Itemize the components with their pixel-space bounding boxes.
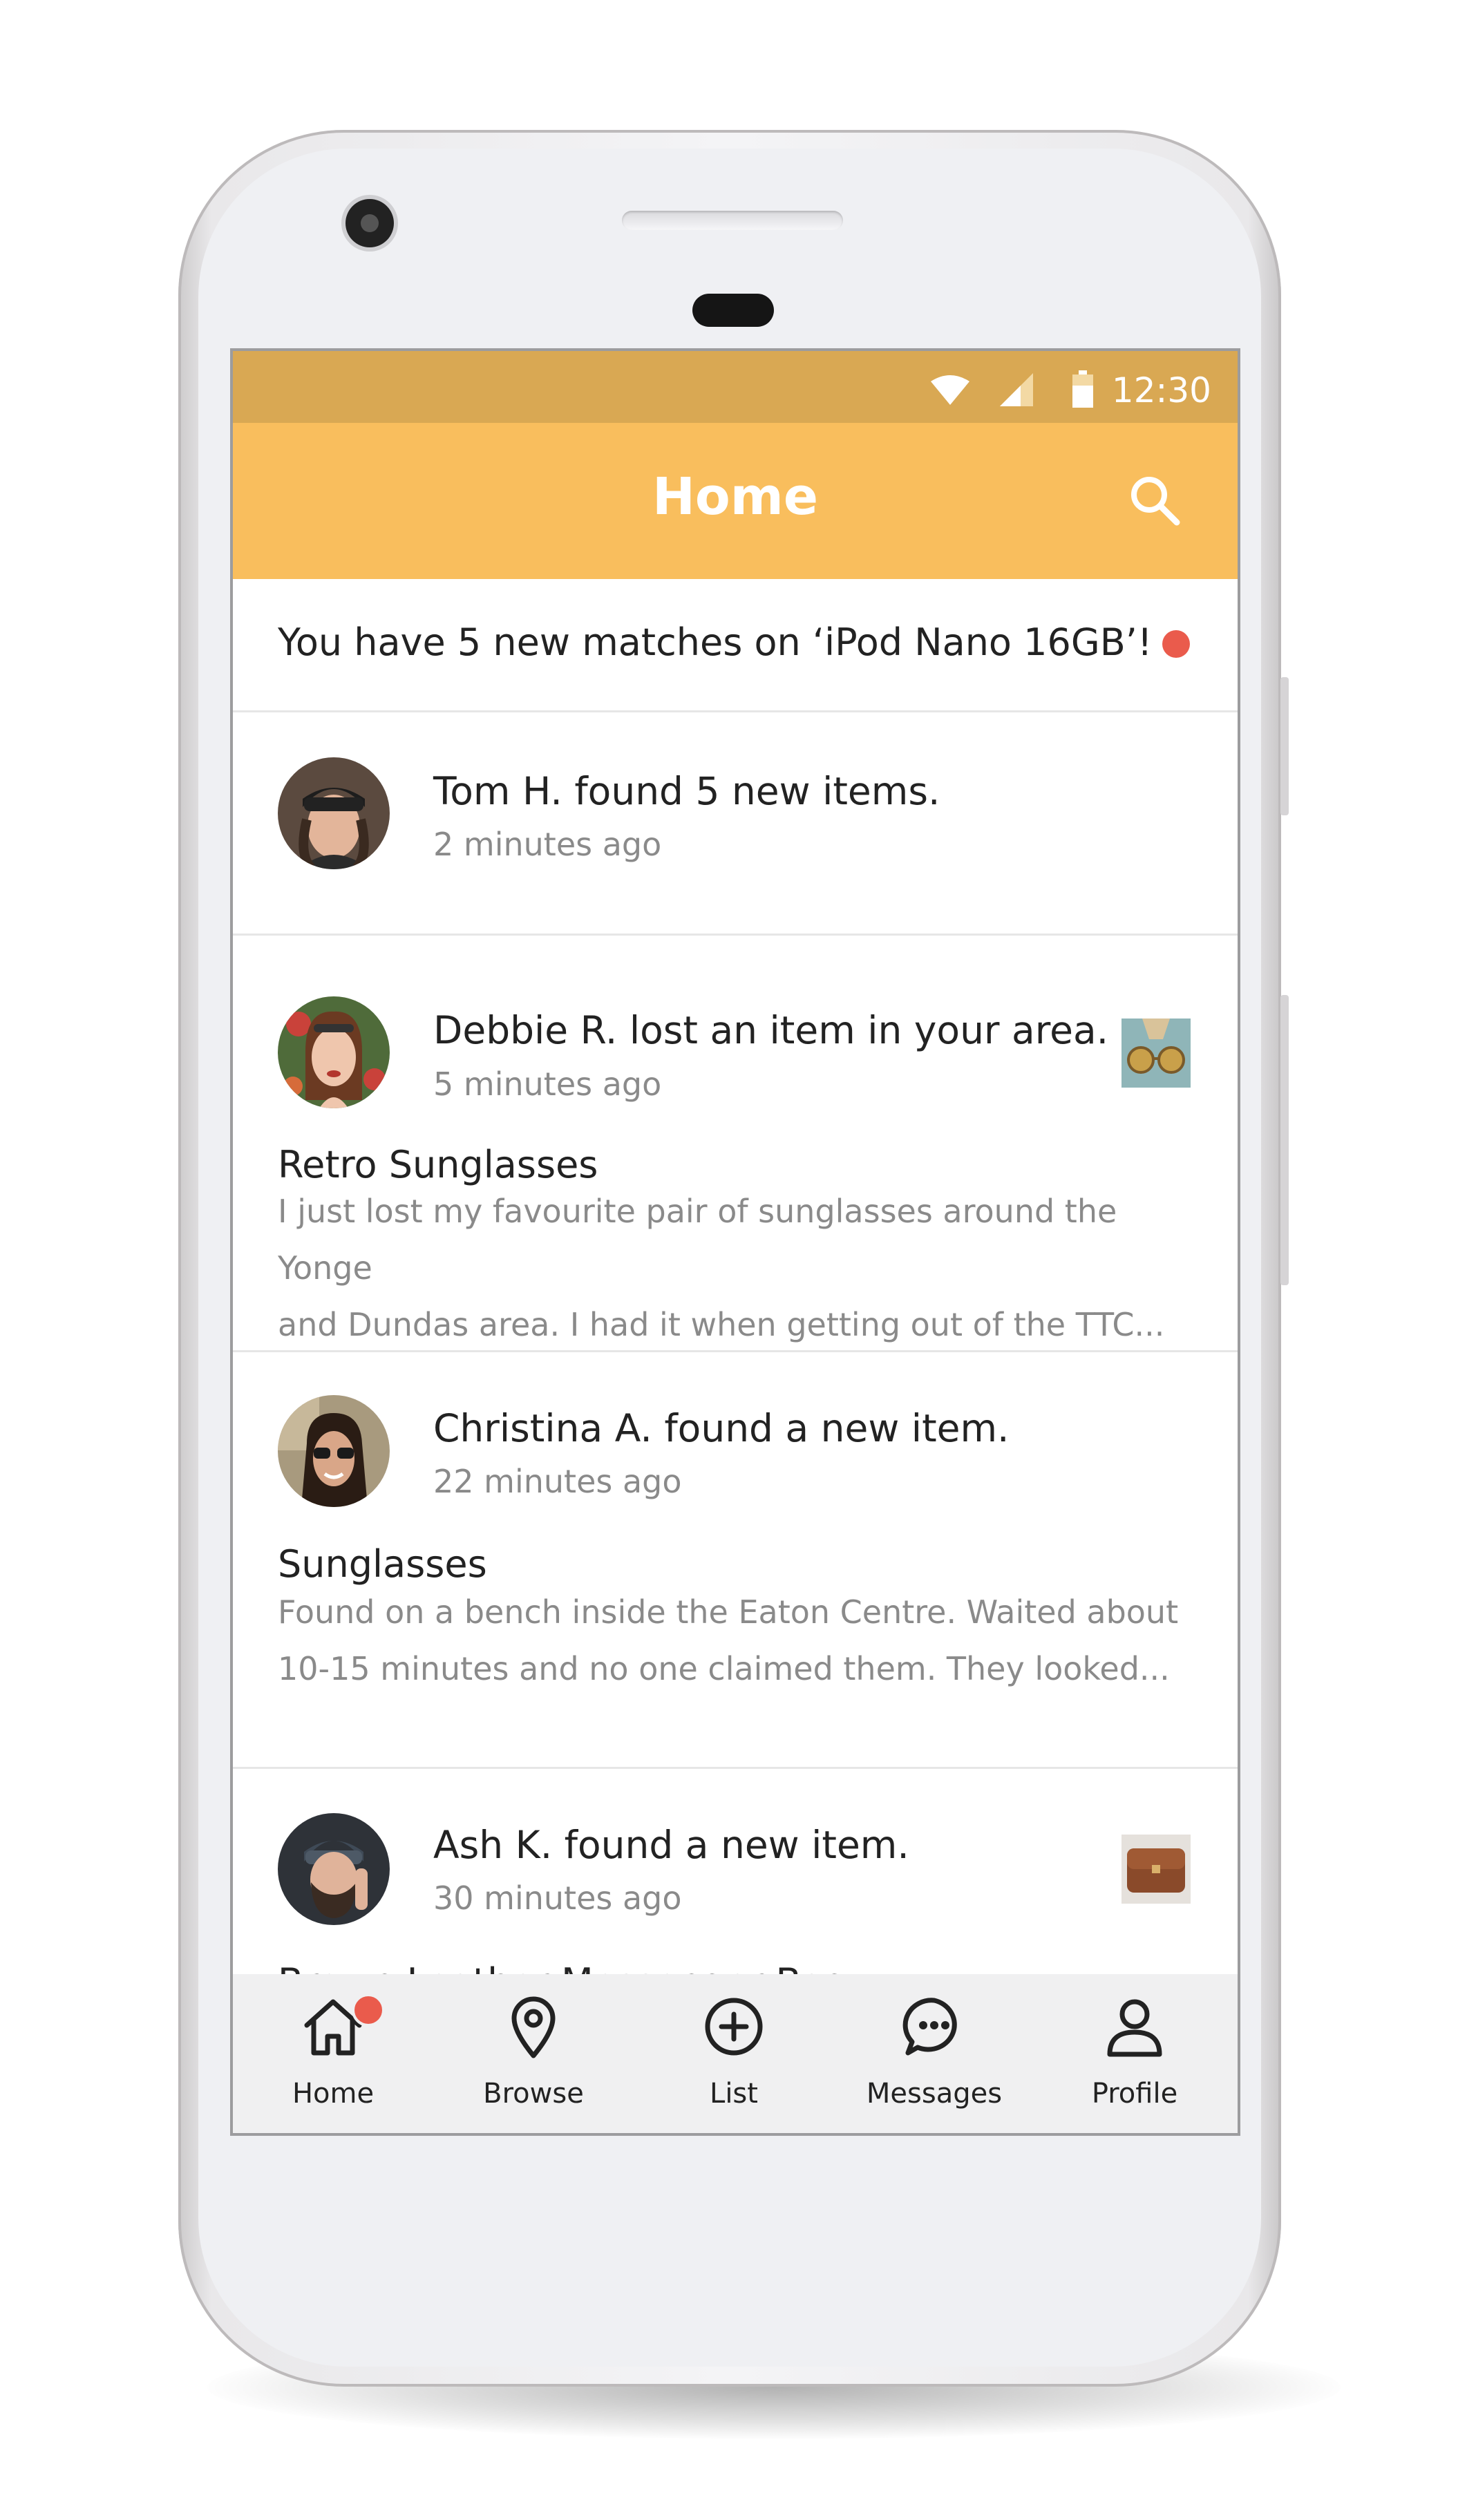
nav-home-label: Home: [292, 2078, 375, 2110]
item-title: Retro Sunglasses: [278, 1143, 598, 1186]
nav-list[interactable]: List: [634, 1974, 834, 2133]
page-title: Home: [652, 467, 819, 527]
bottom-navigation: Home Browse List Messages Profile: [233, 1974, 1238, 2133]
person-icon: [1107, 1999, 1162, 2057]
feed: You have 5 new matches on ‘iPod Nano 16G…: [233, 579, 1238, 1974]
nav-profile-label: Profile: [1091, 2078, 1178, 2110]
status-bar: 12:30: [233, 351, 1238, 423]
feed-card-time: 22 minutes ago: [433, 1463, 682, 1500]
avatar: [278, 1395, 390, 1507]
feed-card-time: 5 minutes ago: [433, 1065, 662, 1103]
nav-home[interactable]: Home: [233, 1974, 433, 2133]
item-thumbnail[interactable]: [1121, 1835, 1191, 1904]
feed-card-time: 2 minutes ago: [433, 826, 662, 863]
feed-card-time: 30 minutes ago: [433, 1879, 682, 1917]
plus-circle-icon: [705, 1998, 763, 2056]
nav-browse[interactable]: Browse: [433, 1974, 634, 2133]
item-thumbnail[interactable]: [1121, 1019, 1191, 1088]
chat-bubble-icon: [902, 1998, 957, 2056]
feed-card[interactable]: Tom H. found 5 new items. 2 minutes ago: [233, 712, 1238, 936]
volume-button: [1280, 995, 1289, 1285]
item-description-line: and Dundas area. I had it when getting o…: [278, 1306, 1165, 1343]
unread-dot: [1162, 630, 1190, 658]
app-bar: Home: [233, 423, 1238, 579]
earpiece-speaker: [622, 211, 843, 230]
feed-card-headline: Tom H. found 5 new items.: [433, 769, 940, 813]
avatar: [278, 757, 390, 869]
man-with-cap-avatar-icon: [278, 757, 390, 869]
nav-profile[interactable]: Profile: [1034, 1974, 1235, 2133]
feed-card[interactable]: Debbie R. lost an item in your area. 5 m…: [233, 936, 1238, 1352]
proximity-sensor: [692, 294, 774, 327]
feed-card[interactable]: Christina A. found a new item. 22 minute…: [233, 1352, 1238, 1769]
search-icon[interactable]: [1127, 473, 1182, 528]
item-title: Brown Leather Messenger Bag: [278, 1960, 848, 1974]
signal-icon: [1000, 373, 1033, 406]
status-time: 12:30: [1111, 370, 1211, 410]
item-description-line: 10-15 minutes and no one claimed them. T…: [278, 1650, 1170, 1687]
battery-icon: [1072, 370, 1093, 408]
sunglasses-thumbnail-icon: [1121, 1019, 1191, 1088]
nav-browse-label: Browse: [483, 2078, 584, 2110]
map-pin-icon: [511, 1996, 556, 2058]
bearded-man-avatar-icon: [278, 1813, 390, 1925]
feed-card[interactable]: Ash K. found a new item. 30 minutes ago …: [233, 1769, 1238, 1974]
nav-list-label: List: [710, 2078, 758, 2110]
feed-card-headline: Debbie R. lost an item in your area.: [433, 1008, 1109, 1052]
item-description-line: I just lost my favourite pair of sunglas…: [278, 1193, 1117, 1287]
woman-with-sunglasses-on-head-avatar-icon: [278, 996, 390, 1108]
avatar: [278, 996, 390, 1108]
leather-bag-thumbnail-icon: [1121, 1835, 1191, 1904]
front-camera: [346, 199, 394, 247]
item-title: Sunglasses: [278, 1542, 487, 1586]
banner-text: You have 5 new matches on ‘iPod Nano 16G…: [278, 620, 1153, 664]
item-description: Found on a bench inside the Eaton Centre…: [278, 1584, 1211, 1697]
avatar: [278, 1813, 390, 1925]
item-description-line: Found on a bench inside the Eaton Centre…: [278, 1593, 1179, 1631]
item-description: I just lost my favourite pair of sunglas…: [278, 1183, 1211, 1353]
nav-messages[interactable]: Messages: [834, 1974, 1034, 2133]
feed-card-headline: Ash K. found a new item.: [433, 1823, 909, 1867]
wifi-icon: [931, 375, 969, 405]
app-screen: 12:30 Home You have 5 new matches on ‘iP…: [233, 351, 1238, 2133]
nav-home-badge: [352, 1993, 385, 2027]
woman-with-sunglasses-avatar-icon: [278, 1395, 390, 1507]
feed-card-headline: Christina A. found a new item.: [433, 1406, 1010, 1450]
nav-messages-label: Messages: [866, 2078, 1003, 2110]
power-button: [1280, 677, 1289, 815]
match-notification-banner[interactable]: You have 5 new matches on ‘iPod Nano 16G…: [233, 579, 1238, 712]
